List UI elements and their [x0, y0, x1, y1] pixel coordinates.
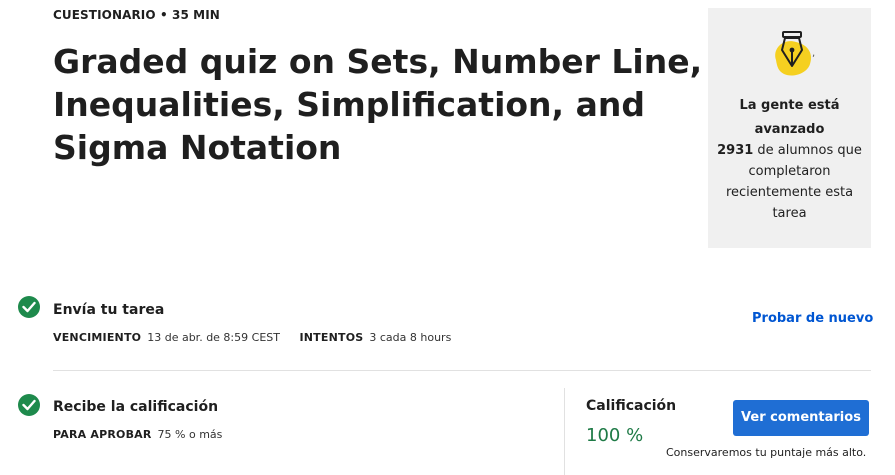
section-divider — [53, 370, 871, 371]
pass-meta: PARA APROBAR 75 % o más — [53, 428, 222, 441]
pen-nib-icon — [775, 31, 812, 76]
progress-body: 2931 de alumnos que completaron reciente… — [716, 140, 863, 224]
page-title: Graded quiz on Sets, Number Line, Inequa… — [53, 42, 703, 167]
submit-meta: VENCIMIENTO 13 de abr. de 8:59 CEST INTEN… — [53, 331, 451, 344]
check-circle-icon — [18, 394, 40, 416]
grade-value: 100 % — [586, 425, 644, 446]
pass-value: 75 % o más — [157, 428, 223, 441]
highest-score-note: Conservaremos tu puntaje más alto. — [666, 446, 867, 459]
column-divider — [564, 388, 565, 475]
check-circle-icon — [18, 296, 40, 318]
attempts-label: INTENTOS — [299, 331, 364, 344]
assignment-kicker: CUESTIONARIO • 35 MIN — [53, 8, 220, 22]
progress-card: , La gente está avanzado 2931 de alumnos… — [708, 8, 871, 248]
view-feedback-button[interactable]: Ver comentarios — [733, 400, 869, 436]
learner-count: 2931 — [717, 143, 754, 158]
grade-label: Calificación — [586, 398, 677, 414]
progress-heading: La gente está avanzado — [739, 98, 840, 137]
submit-title: Envía tu tarea — [53, 302, 165, 318]
pass-label: PARA APROBAR — [53, 428, 152, 441]
retry-link[interactable]: Probar de nuevo — [752, 311, 873, 326]
due-value: 13 de abr. de 8:59 CEST — [147, 331, 280, 344]
grade-section-title: Recibe la calificación — [53, 399, 219, 415]
decorative-tick: , — [812, 48, 816, 59]
attempts-value: 3 cada 8 hours — [369, 331, 452, 344]
due-label: VENCIMIENTO — [53, 331, 142, 344]
